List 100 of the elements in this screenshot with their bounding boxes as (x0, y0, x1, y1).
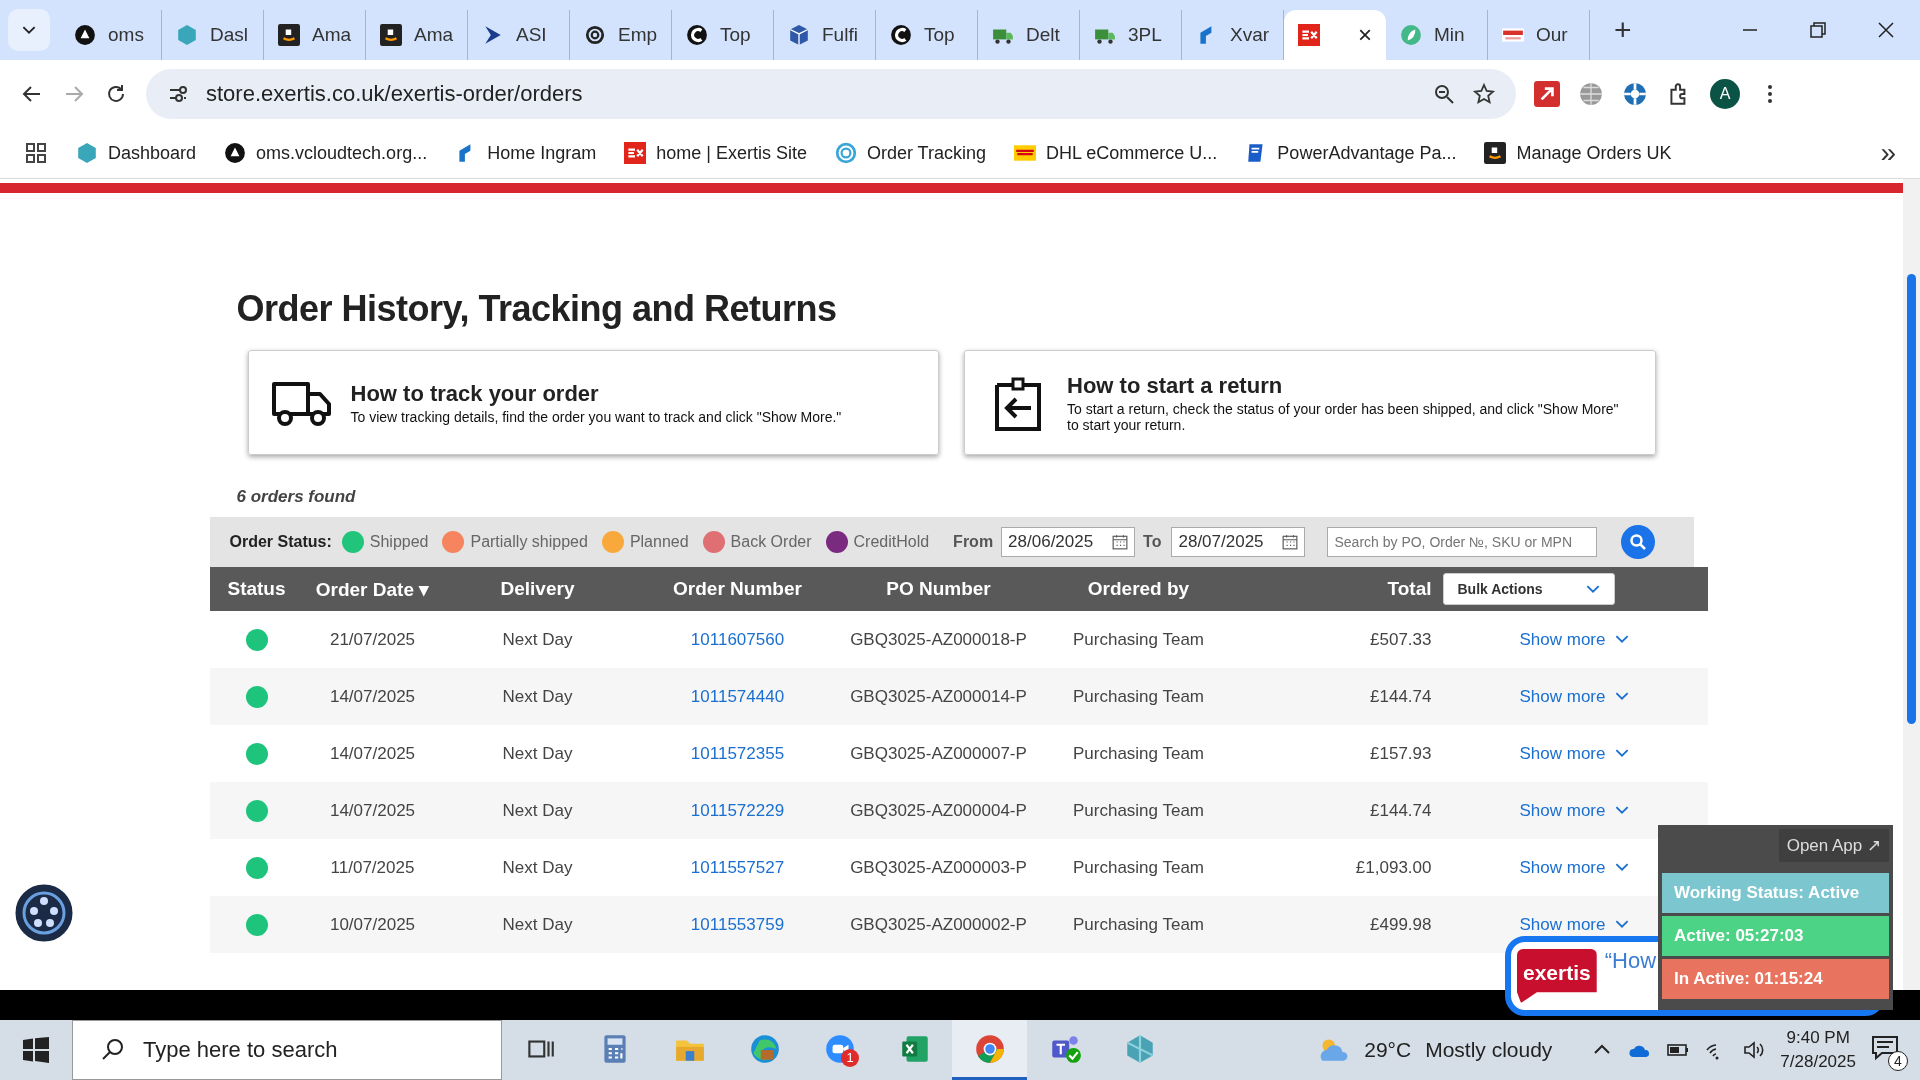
calendar-icon[interactable] (1282, 534, 1299, 550)
more-bookmarks-button[interactable]: » (1880, 137, 1896, 169)
to-label: To (1143, 533, 1162, 551)
order-number-link[interactable]: 1011574440 (690, 686, 785, 706)
bookmark[interactable]: PowerAdvantage Pa... (1245, 142, 1457, 164)
table-cell: Purchasing Team (1035, 725, 1242, 782)
notification-badge: 1 (841, 1049, 859, 1067)
show-more-link[interactable]: Show more (1519, 800, 1630, 821)
leaf-icon (1400, 24, 1422, 46)
table-cell: £157.93 (1241, 725, 1442, 782)
notification-count: 4 (1888, 1051, 1908, 1071)
knot-icon (584, 24, 606, 46)
chevron-down-icon (1615, 749, 1630, 758)
from-label: From (953, 533, 994, 551)
show-more-link[interactable]: Show more (1519, 743, 1630, 764)
order-number-link[interactable]: 1011557527 (690, 857, 785, 877)
column-header: PO Number (841, 567, 1036, 611)
apps-grid-icon[interactable] (24, 141, 48, 165)
bulk-actions-dropdown[interactable]: Bulk Actions (1442, 573, 1615, 605)
table-cell: 10/07/2025 (303, 896, 442, 953)
column-header: Order Number (633, 567, 842, 611)
open-app-button[interactable]: Open App ↗ (1778, 829, 1889, 862)
c-logo-icon (686, 24, 708, 46)
status-label: Order Status: (229, 533, 332, 551)
order-number-link[interactable]: 1011607560 (690, 629, 785, 649)
show-more-link[interactable]: Show more (1519, 857, 1630, 878)
legend-label: Partially shipped (470, 533, 588, 551)
accessibility-icon[interactable] (12, 881, 76, 945)
chat-logo: exertis (1517, 949, 1597, 1003)
table-cell: £144.74 (1241, 782, 1442, 839)
table-cell: £144.74 (1241, 668, 1442, 725)
ex-logo-icon (624, 142, 647, 164)
orders-count: 6 orders found (236, 487, 357, 507)
legend-label: Shipped (369, 533, 429, 551)
new-tab-button[interactable]: + (1608, 12, 1638, 48)
chevron-down-icon (1615, 920, 1630, 929)
show-more-link[interactable]: Show more (1519, 629, 1630, 650)
card-heading: How to start a return (1067, 372, 1284, 399)
chevron-down-icon (1615, 635, 1630, 644)
bookmark[interactable]: home | Exertis Site (624, 142, 807, 164)
column-header: Ordered by (1035, 567, 1242, 611)
bookmark[interactable]: Manage Orders UK (1484, 142, 1672, 164)
column-header: Order Date ▾ (303, 567, 442, 611)
restore-icon[interactable] (1809, 21, 1827, 39)
star-icon[interactable] (1472, 82, 1496, 106)
table-cell: £507.33 (1241, 611, 1442, 668)
calendar-icon[interactable] (1112, 534, 1129, 550)
order-number-link[interactable]: 1011572355 (690, 743, 785, 763)
active-time: Active: 05:27:03 (1662, 916, 1889, 956)
status-dot (245, 913, 268, 936)
browser-tab[interactable]: × (1284, 10, 1386, 60)
bookmark[interactable]: Order Tracking (834, 142, 986, 164)
chevron-down-icon (1615, 863, 1630, 872)
bookmark[interactable]: DHL eCommerce U... (1014, 142, 1218, 164)
column-header: Total (1241, 567, 1442, 611)
address-bar[interactable]: store.exertis.co.uk/exertis-order/orders (146, 69, 1516, 119)
order-number-link[interactable]: 1011553759 (690, 914, 785, 934)
show-more-link[interactable]: Show more (1519, 686, 1630, 707)
windows-start-icon[interactable] (23, 1037, 49, 1063)
table-cell: Purchasing Team (1035, 839, 1242, 896)
order-number-link[interactable]: 1011572229 (690, 800, 785, 820)
search-button[interactable] (1621, 525, 1656, 559)
column-header: Delivery (441, 567, 634, 611)
clock[interactable]: 9:40 PM 7/28/2025 (1780, 1028, 1856, 1072)
bookmark[interactable]: oms.vcloudtech.org... (224, 142, 428, 164)
table-cell: GBQ3025-AZ000002-P (841, 896, 1036, 953)
lifebuoy-icon[interactable] (1622, 81, 1648, 107)
search-icon (1629, 533, 1648, 551)
globe-icon[interactable] (1578, 81, 1604, 107)
legend-label: CreditHold (853, 533, 930, 551)
bookmark[interactable]: Dashboard (76, 142, 197, 164)
search-field[interactable]: Search by PO, Order №, SKU or MPN (1327, 527, 1598, 557)
weather-text: Mostly cloudy (1425, 1038, 1553, 1062)
hexagon-icon (76, 142, 98, 164)
temperature: 29°C (1364, 1038, 1412, 1062)
status-dot (245, 742, 268, 765)
c-logo-icon (890, 24, 912, 46)
table-cell: Next Day (441, 611, 634, 668)
close-tab-button[interactable]: × (1358, 21, 1372, 49)
from-date-field[interactable]: 28/06/2025 (1001, 527, 1136, 557)
to-date-field[interactable]: 28/07/2025 (1171, 527, 1306, 557)
scrollbar[interactable] (1903, 179, 1920, 990)
working-status: Working Status: Active (1662, 873, 1889, 913)
profile-avatar[interactable]: A (1710, 79, 1740, 109)
table-cell: Next Day (441, 839, 634, 896)
status-dot (245, 856, 268, 879)
card-heading: How to track your order (350, 380, 600, 407)
table-cell: Purchasing Team (1035, 896, 1242, 953)
table-cell: Next Day (441, 782, 634, 839)
taskbar-search-field[interactable]: Type here to search (72, 1020, 502, 1080)
chevron-down-icon (1585, 584, 1600, 594)
table-cell: GBQ3025-AZ000018-P (841, 611, 1036, 668)
zoom-out-icon[interactable] (1432, 82, 1456, 106)
page-title: Order History, Tracking and Returns (236, 288, 838, 330)
bookmark[interactable]: Home Ingram (455, 142, 597, 164)
table-cell: 14/07/2025 (303, 668, 442, 725)
table-cell: Purchasing Team (1035, 782, 1242, 839)
table-cell: Next Day (441, 896, 634, 953)
close-icon[interactable] (1877, 21, 1895, 39)
show-more-link[interactable]: Show more (1519, 914, 1630, 935)
